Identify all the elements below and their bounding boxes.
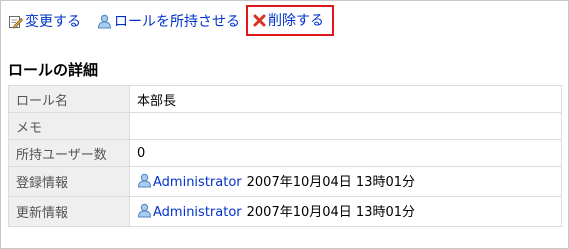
role-detail-table: ロール名 本部長 メモ 所持ユーザー数 0 登録情報 Administrator… [8, 85, 562, 227]
role-detail-panel: 変更する ロールを所持させる 削除する ロールの詳細 ロール名 本部長 メモ 所… [0, 0, 569, 249]
memo-label: メモ [8, 112, 130, 140]
edit-icon [8, 14, 23, 29]
assign-role-label: ロールを所持させる [114, 14, 240, 30]
user-count-label: 所持ユーザー数 [8, 139, 130, 167]
registered-label: 登録情報 [8, 166, 130, 197]
row-role-name: ロール名 本部長 [8, 85, 562, 113]
user-icon [97, 14, 112, 29]
updated-datetime: 2007年10月04日 13時01分 [246, 205, 416, 220]
row-user-count: 所持ユーザー数 0 [8, 139, 562, 167]
role-name-label: ロール名 [8, 85, 130, 113]
updated-label: 更新情報 [8, 196, 130, 227]
row-registered: 登録情報 Administrator 2007年10月04日 13時01分 [8, 166, 562, 197]
delete-label: 削除する [268, 13, 324, 29]
registered-value: Administrator 2007年10月04日 13時01分 [129, 166, 562, 197]
assign-role-button[interactable]: ロールを所持させる [97, 11, 240, 31]
memo-value [129, 112, 562, 140]
role-name-value: 本部長 [129, 85, 562, 113]
user-count-value: 0 [129, 139, 562, 167]
edit-label: 変更する [25, 14, 81, 30]
user-icon [137, 203, 152, 222]
row-memo: メモ [8, 112, 562, 140]
updated-value: Administrator 2007年10月04日 13時01分 [129, 196, 562, 227]
registered-datetime: 2007年10月04日 13時01分 [246, 175, 416, 190]
delete-x-icon [253, 14, 266, 27]
user-icon [137, 173, 152, 192]
registered-user-link[interactable]: Administrator [153, 175, 242, 190]
toolbar: 変更する ロールを所持させる 削除する [8, 5, 334, 36]
delete-button[interactable]: 削除する [246, 5, 334, 36]
edit-button[interactable]: 変更する [8, 11, 81, 31]
section-title: ロールの詳細 [8, 61, 99, 79]
row-updated: 更新情報 Administrator 2007年10月04日 13時01分 [8, 196, 562, 227]
updated-user-link[interactable]: Administrator [153, 205, 242, 220]
